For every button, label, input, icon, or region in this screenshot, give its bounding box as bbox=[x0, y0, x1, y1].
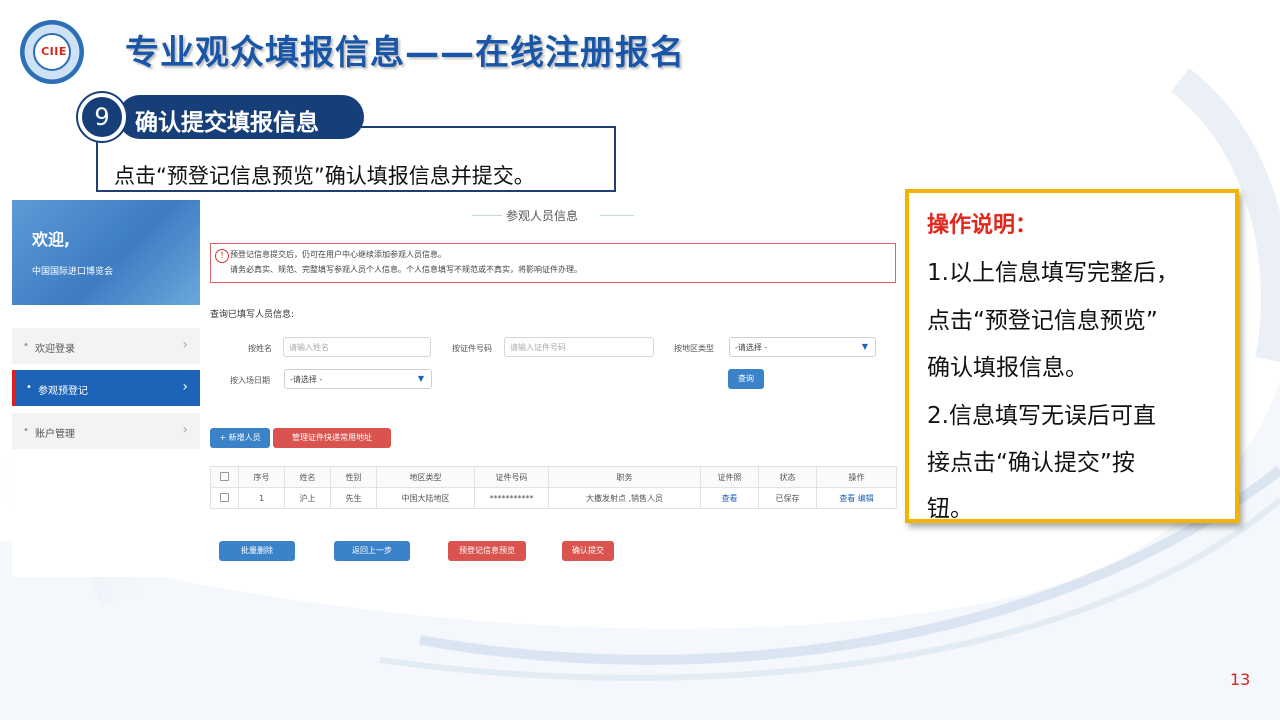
column-header: 性别 bbox=[330, 466, 377, 488]
instructions-line: 接点击“确认提交”按 bbox=[927, 450, 1135, 476]
view-link[interactable]: 查看 bbox=[839, 494, 855, 503]
caret-down-icon: ▼ bbox=[417, 374, 424, 383]
welcome-subtitle: 中国国际进口博览会 bbox=[32, 267, 114, 277]
instructions-line: 确认填报信息。 bbox=[927, 355, 1088, 381]
column-header: 地区类型 bbox=[376, 466, 475, 488]
row-status: 已保存 bbox=[758, 487, 817, 509]
sidebar-item-label: 账户管理 bbox=[35, 429, 75, 440]
region-filter-label: 按地区类型 bbox=[674, 344, 714, 353]
id-search-input[interactable]: 请输入证件号码 bbox=[504, 337, 654, 357]
id-filter-label: 按证件号码 bbox=[452, 344, 492, 353]
row-id-number: *********** bbox=[474, 487, 549, 509]
title-divider-right bbox=[600, 215, 634, 216]
name-filter-label: 按姓名 bbox=[248, 344, 272, 353]
bullet-icon: • bbox=[23, 425, 29, 436]
region-select[interactable]: -请选择 - ▼ bbox=[729, 337, 876, 357]
edit-link[interactable]: 编辑 bbox=[858, 494, 874, 503]
batch-delete-button[interactable]: 批量删除 bbox=[219, 541, 295, 561]
alert-icon: ! bbox=[215, 249, 229, 263]
instructions-title: 操作说明： bbox=[927, 213, 1038, 238]
add-person-button[interactable]: + 新增人员 bbox=[210, 428, 270, 448]
row-actions: 查看 编辑 bbox=[816, 487, 897, 509]
notice-box: ! 预登记信息提交后，仍可在用户中心继续添加参观人员信息。 请务必真实、规范、完… bbox=[210, 243, 896, 283]
panel-title: 参观人员信息 bbox=[506, 209, 579, 223]
column-header: 序号 bbox=[238, 466, 285, 488]
instructions-line: 钮。 bbox=[927, 496, 973, 522]
logo-text: CIIE bbox=[41, 45, 67, 58]
step-number-badge: 9 bbox=[78, 93, 126, 141]
row-position: 大撒发射点 ,销售人员 bbox=[548, 487, 701, 509]
step-label-pill: 确认提交填报信息 bbox=[118, 95, 364, 139]
bullet-icon: • bbox=[26, 382, 32, 393]
chevron-right-icon: › bbox=[182, 379, 188, 395]
registration-screenshot: 欢迎, 中国国际进口博览会 • 欢迎登录 › • 参观预登记 › • 账户管理 … bbox=[12, 195, 900, 577]
welcome-title: 欢迎, bbox=[32, 230, 71, 249]
sidebar-item-login[interactable]: • 欢迎登录 › bbox=[12, 328, 200, 364]
date-filter-label: 按入场日期 bbox=[230, 376, 270, 385]
name-search-input[interactable]: 请输入姓名 bbox=[283, 337, 431, 357]
instructions-line: 点击“预登记信息预览” bbox=[927, 308, 1158, 334]
welcome-card: 欢迎, 中国国际进口博览会 bbox=[12, 200, 200, 305]
ciie-logo: CIIE bbox=[20, 20, 84, 84]
back-button[interactable]: 返回上一步 bbox=[334, 541, 410, 561]
row-number: 1 bbox=[238, 487, 285, 509]
bullet-icon: • bbox=[23, 340, 29, 351]
row-region: 中国大陆地区 bbox=[376, 487, 475, 509]
date-select[interactable]: -请选择 - ▼ bbox=[284, 369, 432, 389]
title-divider-left bbox=[472, 215, 502, 216]
row-gender: 先生 bbox=[330, 487, 377, 509]
column-header: 状态 bbox=[758, 466, 817, 488]
step-label: 确认提交填报信息 bbox=[135, 110, 319, 136]
confirm-submit-button[interactable]: 确认提交 bbox=[562, 541, 614, 561]
column-header: 操作 bbox=[816, 466, 897, 488]
sidebar-item-preregistration[interactable]: • 参观预登记 › bbox=[12, 370, 200, 406]
chevron-right-icon: › bbox=[182, 422, 188, 438]
date-select-value: -请选择 - bbox=[290, 375, 323, 384]
sidebar-item-label: 参观预登记 bbox=[38, 386, 88, 397]
notice-line-2: 请务必真实、规范、完整填写参观人员个人信息。个人信息填写不规范或不真实，将影响证… bbox=[230, 265, 582, 274]
column-header: 职务 bbox=[548, 466, 701, 488]
instructions-line: 2.信息填写无误后可直 bbox=[927, 403, 1156, 429]
column-header: 证件号码 bbox=[474, 466, 549, 488]
preview-button[interactable]: 预登记信息预览 bbox=[448, 541, 526, 561]
query-title: 查询已填写人员信息: bbox=[210, 310, 295, 320]
row-checkbox[interactable] bbox=[210, 487, 239, 509]
sidebar-item-account[interactable]: • 账户管理 › bbox=[12, 413, 200, 449]
table-row: 1 沪上 先生 中国大陆地区 *********** 大撒发射点 ,销售人员 查… bbox=[210, 487, 897, 509]
page-number: 13 bbox=[1230, 670, 1251, 689]
chevron-right-icon: › bbox=[182, 337, 188, 353]
column-header: 姓名 bbox=[284, 466, 331, 488]
select-all-checkbox[interactable] bbox=[210, 466, 239, 488]
instructions-line: 1.以上信息填写完整后， bbox=[927, 260, 1179, 286]
table-header-row: 序号 姓名 性别 地区类型 证件号码 职务 证件照 状态 操作 bbox=[210, 466, 897, 488]
notice-line-1: 预登记信息提交后，仍可在用户中心继续添加参观人员信息。 bbox=[230, 250, 446, 259]
visitor-table: 序号 姓名 性别 地区类型 证件号码 职务 证件照 状态 操作 1 沪上 先生 … bbox=[210, 466, 897, 509]
instructions-box: 操作说明： 1.以上信息填写完整后， 点击“预登记信息预览” 确认填报信息。 2… bbox=[905, 189, 1239, 523]
search-button[interactable]: 查询 bbox=[728, 369, 764, 389]
step-description: 点击“预登记信息预览”确认填报信息并提交。 bbox=[114, 164, 535, 188]
column-header: 证件照 bbox=[700, 466, 759, 488]
row-name: 沪上 bbox=[284, 487, 331, 509]
view-photo-link[interactable]: 查看 bbox=[700, 487, 759, 509]
caret-down-icon: ▼ bbox=[861, 342, 868, 351]
manage-express-address-button[interactable]: 管理证件快递常用地址 bbox=[273, 428, 391, 448]
page-title: 专业观众填报信息——在线注册报名 bbox=[125, 33, 685, 73]
sidebar-item-label: 欢迎登录 bbox=[35, 344, 75, 355]
region-select-value: -请选择 - bbox=[735, 343, 768, 352]
